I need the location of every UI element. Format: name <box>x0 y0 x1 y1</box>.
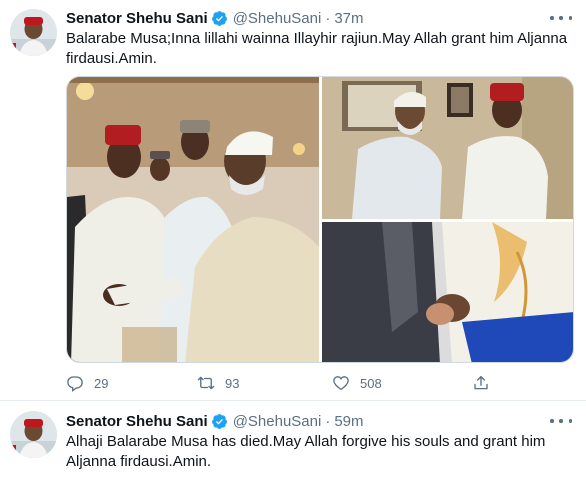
media-grid[interactable] <box>66 76 574 363</box>
tweet-timestamp[interactable]: 37m <box>334 10 363 27</box>
tweet[interactable]: Senator Shehu Sani @ShehuSani · 59m Alha… <box>0 401 586 479</box>
author-handle[interactable]: @ShehuSani <box>233 10 322 27</box>
tweet-header: Senator Shehu Sani @ShehuSani · 59m <box>66 411 364 431</box>
tweet-text: Alhaji Balarabe Musa has died.May Allah … <box>66 432 571 472</box>
more-options-icon[interactable] <box>550 11 572 25</box>
separator-dot: · <box>325 9 331 27</box>
photo-handshake-closeup[interactable] <box>322 222 573 362</box>
author-handle[interactable]: @ShehuSani <box>233 413 322 430</box>
retweet-icon <box>197 376 215 390</box>
tweet[interactable]: Senator Shehu Sani @ShehuSani · 37m Bala… <box>0 0 586 400</box>
tweet-text: Balarabe Musa;Inna lillahi wainna Illayh… <box>66 29 571 69</box>
more-options-icon[interactable] <box>550 414 572 428</box>
reply-button[interactable]: 29 <box>66 373 108 393</box>
like-count: 508 <box>360 375 382 391</box>
separator-dot: · <box>325 412 331 430</box>
like-button[interactable]: 508 <box>332 373 382 393</box>
verified-badge-icon <box>211 10 228 27</box>
verified-badge-icon <box>211 413 228 430</box>
tweet-text-line: Balarabe Musa;Inna lillahi wainna Illayh… <box>66 30 568 47</box>
author-name[interactable]: Senator Shehu Sani <box>66 10 208 27</box>
heart-icon <box>333 376 349 391</box>
retweet-count: 93 <box>225 375 240 391</box>
tweet-text-line: Alhaji Balarabe Musa has died.May Allah … <box>66 433 546 450</box>
reply-count: 29 <box>94 375 109 391</box>
tweet-text-line: Aljanna firdausi.Amin. <box>66 453 212 470</box>
photo-two-men-standing[interactable] <box>322 77 573 219</box>
retweet-button[interactable]: 93 <box>197 373 239 393</box>
author-avatar[interactable] <box>10 9 57 56</box>
tweet-header: Senator Shehu Sani @ShehuSani · 37m <box>66 8 364 28</box>
photo-handshake-group[interactable] <box>67 77 319 362</box>
tweet-text-line: firdausi.Amin. <box>66 50 157 67</box>
author-name[interactable]: Senator Shehu Sani <box>66 413 208 430</box>
tweet-actions: 29 93 508 <box>66 373 496 393</box>
tweet-timestamp[interactable]: 59m <box>334 413 363 430</box>
share-button[interactable] <box>472 373 490 393</box>
share-icon <box>474 375 488 390</box>
reply-icon <box>67 376 83 392</box>
author-avatar[interactable] <box>10 411 57 458</box>
